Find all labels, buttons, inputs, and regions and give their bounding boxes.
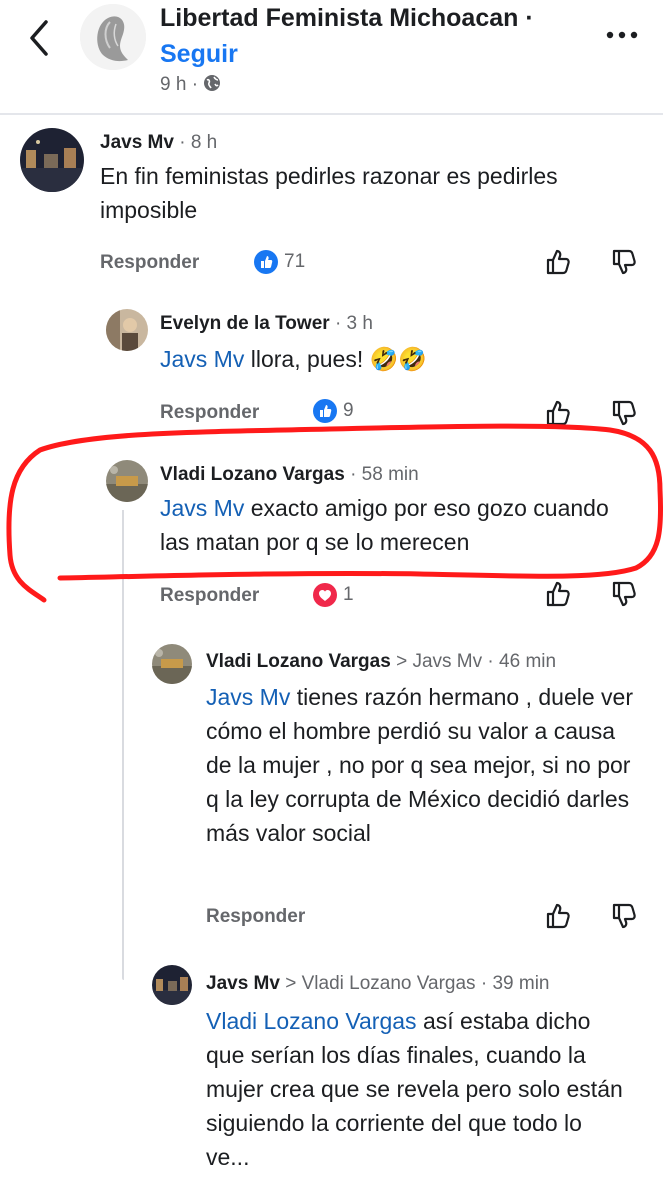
thumbs-up-icon[interactable] — [544, 399, 572, 427]
comment-author[interactable]: Vladi Lozano Vargas · 58 min — [160, 464, 419, 486]
reply-arrow: > — [285, 973, 297, 994]
comment-text: Javs Mv exacto amigo por eso gozo cuando… — [160, 495, 609, 555]
reaction-summary[interactable]: 9 — [313, 399, 354, 423]
comment-time: · 3 h — [334, 313, 373, 334]
comment-author[interactable]: Javs Mv · 8 h — [100, 132, 217, 154]
avatar[interactable] — [20, 128, 84, 192]
mention-link[interactable]: Javs Mv — [160, 346, 244, 372]
page-avatar[interactable] — [80, 4, 146, 70]
follow-button[interactable]: Seguir — [160, 40, 238, 69]
post-meta: 9 h · — [160, 74, 221, 96]
heart-reaction-icon — [313, 583, 337, 607]
avatar[interactable] — [106, 460, 148, 502]
reply-target[interactable]: Javs Mv — [412, 651, 482, 672]
comment-author[interactable]: Javs Mv > Vladi Lozano Vargas · 39 min — [206, 973, 549, 995]
comment-time: · 58 min — [350, 464, 419, 485]
like-reaction-icon — [313, 399, 337, 423]
page-title[interactable]: Libertad Feminista Michoacan · — [160, 4, 534, 33]
mention-link[interactable]: Javs Mv — [160, 495, 244, 521]
reply-button[interactable]: Responder — [160, 585, 259, 607]
reply-target[interactable]: Vladi Lozano Vargas — [302, 973, 476, 994]
avatar[interactable] — [106, 309, 148, 351]
comment-author[interactable]: Vladi Lozano Vargas > Javs Mv · 46 min — [206, 651, 556, 673]
comment-text: Javs Mv tienes razón hermano , duele ver… — [206, 684, 633, 846]
back-arrow-icon[interactable] — [28, 18, 50, 58]
reply-button[interactable]: Responder — [160, 402, 259, 424]
comment-author[interactable]: Evelyn de la Tower · 3 h — [160, 313, 373, 335]
reaction-summary[interactable]: 71 — [254, 250, 305, 274]
comment-time: · 8 h — [179, 132, 218, 153]
comment-text: Vladi Lozano Vargas así estaba dicho que… — [206, 1008, 623, 1170]
thumbs-down-icon[interactable] — [610, 580, 638, 608]
avatar[interactable] — [152, 644, 192, 684]
comment-time: · 39 min — [480, 973, 550, 994]
like-reaction-icon — [254, 250, 278, 274]
thumbs-up-icon[interactable] — [544, 902, 572, 930]
globe-icon — [204, 75, 221, 91]
reaction-count: 71 — [284, 251, 306, 272]
post-age: 9 h · — [160, 74, 199, 95]
thread-line — [122, 510, 124, 950]
thumbs-up-icon[interactable] — [544, 580, 572, 608]
comment-text: Javs Mv llora, pues! 🤣🤣 — [160, 346, 427, 372]
thumbs-down-icon[interactable] — [610, 399, 638, 427]
comment-time: · 46 min — [487, 651, 557, 672]
avatar[interactable] — [152, 965, 192, 1005]
reaction-summary[interactable]: 1 — [313, 583, 354, 607]
thumbs-down-icon[interactable] — [610, 248, 638, 276]
reply-arrow: > — [396, 651, 408, 672]
mention-link[interactable]: Javs Mv — [206, 684, 290, 710]
reaction-count: 9 — [343, 400, 354, 421]
thread-line — [122, 950, 124, 980]
thumbs-down-icon[interactable] — [610, 902, 638, 930]
thumbs-up-icon[interactable] — [544, 248, 572, 276]
comment-text: En fin feministas pedirles razonar es pe… — [100, 163, 558, 223]
more-options-icon[interactable] — [606, 30, 638, 40]
reply-button[interactable]: Responder — [100, 252, 199, 274]
reaction-count: 1 — [343, 584, 354, 605]
mention-link[interactable]: Vladi Lozano Vargas — [206, 1008, 417, 1034]
header-divider — [0, 113, 663, 115]
reply-button[interactable]: Responder — [206, 906, 305, 928]
